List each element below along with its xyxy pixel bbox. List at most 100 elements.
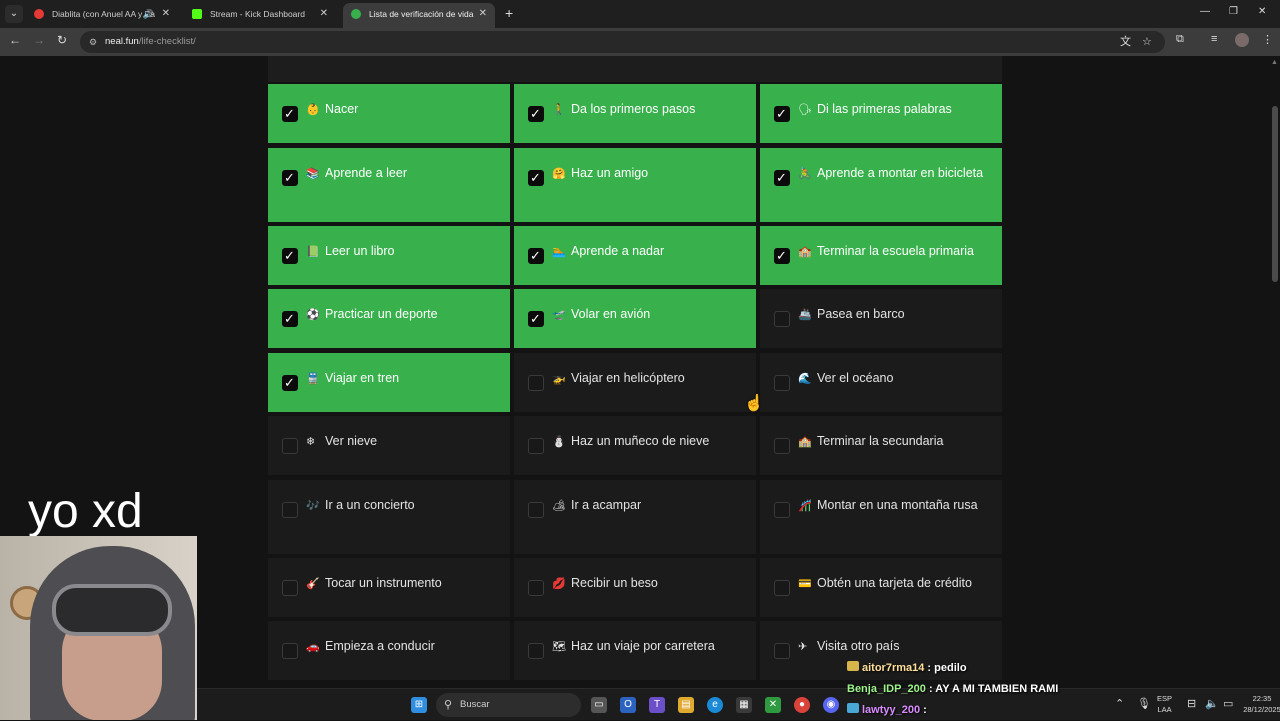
xbox-icon[interactable]: ✕: [765, 697, 781, 713]
volume-icon[interactable]: 🔈: [1205, 697, 1219, 710]
tab-kick-dashboard[interactable]: Stream - Kick Dashboard ✕: [184, 3, 336, 25]
checklist-item[interactable]: 🚢 Pasea en barco: [760, 289, 1002, 348]
checklist-item[interactable]: 💳 Obtén una tarjeta de crédito: [760, 558, 1002, 617]
microphone-icon[interactable]: 🎙: [1137, 697, 1151, 710]
checkbox[interactable]: ✓: [282, 375, 298, 391]
battery-icon[interactable]: ▭: [1223, 697, 1233, 710]
checkbox[interactable]: ✓: [282, 106, 298, 122]
checklist-item[interactable]: ✓ 📗 Leer un libro: [268, 226, 510, 285]
checklist-item[interactable]: ✓ 🚶 Da los primeros pasos: [514, 84, 756, 143]
checkbox[interactable]: [282, 580, 298, 596]
checkbox[interactable]: ✓: [528, 170, 544, 186]
store-icon[interactable]: ▦: [736, 697, 752, 713]
checkbox[interactable]: [774, 311, 790, 327]
bookmark-star-icon[interactable]: ☆: [1142, 31, 1152, 53]
close-tab-icon[interactable]: ✕: [479, 3, 487, 25]
checklist-item[interactable]: 🎢 Montar en una montaña rusa: [760, 480, 1002, 554]
checkbox[interactable]: ✓: [282, 311, 298, 327]
checklist-item[interactable]: 🚗 Empieza a conducir: [268, 621, 510, 680]
checklist-item[interactable]: ✓ 🏫 Terminar la escuela primaria: [760, 226, 1002, 285]
forward-icon[interactable]: →: [33, 33, 45, 47]
checkbox[interactable]: [528, 502, 544, 518]
checkbox[interactable]: [774, 438, 790, 454]
scrollbar[interactable]: ▲: [1270, 56, 1280, 688]
checklist-item[interactable]: 💋 Recibir un beso: [514, 558, 756, 617]
close-window-icon[interactable]: ✕: [1258, 6, 1266, 17]
item-emoji-icon: 🤗: [552, 168, 566, 180]
checkbox[interactable]: ✓: [282, 170, 298, 186]
site-info-icon[interactable]: ⚙: [89, 31, 97, 53]
checkbox[interactable]: ✓: [528, 106, 544, 122]
outlook-icon[interactable]: O: [620, 697, 636, 713]
task-view-icon[interactable]: ▭: [591, 697, 607, 713]
speaker-icon[interactable]: 🔊: [143, 3, 154, 25]
media-control-icon[interactable]: ≡: [1211, 33, 1217, 45]
checklist-item[interactable]: ✓ 🏊 Aprende a nadar: [514, 226, 756, 285]
reload-icon[interactable]: ↻: [57, 33, 67, 47]
checklist-item[interactable]: ✓ 🚴 Aprende a montar en bicicleta: [760, 148, 1002, 222]
checklist-item[interactable]: 🎸 Tocar un instrumento: [268, 558, 510, 617]
minimize-icon[interactable]: —: [1200, 6, 1210, 17]
checklist-item[interactable]: ✓ 🤗 Haz un amigo: [514, 148, 756, 222]
checklist-item[interactable]: 🎶 Ir a un concierto: [268, 480, 510, 554]
checkbox[interactable]: [528, 375, 544, 391]
checkbox[interactable]: ✓: [528, 311, 544, 327]
extensions-icon[interactable]: ⧉: [1176, 33, 1184, 46]
search-icon: ⚲: [444, 699, 453, 711]
profile-avatar[interactable]: [1235, 33, 1249, 47]
scroll-up-icon[interactable]: ▲: [1271, 59, 1278, 66]
checkbox[interactable]: [528, 438, 544, 454]
chat-message: lawtyy_200 :: [847, 700, 1067, 721]
scrollbar-thumb[interactable]: [1272, 106, 1278, 282]
tab-youtube[interactable]: Diablita (con Anuel AA y Ba 🔊 ✕: [26, 3, 178, 25]
checklist-item[interactable]: ✓ 🚆 Viajar en tren: [268, 353, 510, 412]
close-tab-icon[interactable]: ✕: [162, 3, 170, 25]
edge-icon[interactable]: e: [707, 697, 723, 713]
address-bar[interactable]: ⚙ neal.fun/life-checklist/ 文 ☆: [80, 31, 1165, 53]
checkbox[interactable]: [528, 580, 544, 596]
language-indicator[interactable]: ESP LAA: [1157, 693, 1172, 715]
checkbox[interactable]: ✓: [774, 248, 790, 264]
new-tab-button[interactable]: +: [505, 5, 513, 21]
checkbox[interactable]: [282, 502, 298, 518]
tab-search-button[interactable]: ⌄: [5, 5, 23, 23]
teams-icon[interactable]: T: [649, 697, 665, 713]
checkbox[interactable]: [774, 502, 790, 518]
tab-life-checklist[interactable]: Lista de verificación de vida ✕: [343, 3, 495, 28]
clock[interactable]: 22:35 28/12/2025: [1241, 693, 1280, 715]
network-icon[interactable]: ⊟: [1187, 697, 1196, 710]
tray-chevron-icon[interactable]: ⌃: [1115, 697, 1124, 710]
checkbox[interactable]: [528, 643, 544, 659]
checklist-item[interactable]: 🏕 Ir a acampar: [514, 480, 756, 554]
menu-kebab-icon[interactable]: ⋮: [1262, 33, 1273, 46]
checklist-item[interactable]: ⛄ Haz un muñeco de nieve: [514, 416, 756, 475]
checklist-item[interactable]: ❄ Ver nieve: [268, 416, 510, 475]
checkbox[interactable]: [774, 643, 790, 659]
back-icon[interactable]: ←: [9, 33, 21, 47]
checklist-item[interactable]: 🌊 Ver el océano: [760, 353, 1002, 412]
checkbox[interactable]: ✓: [774, 170, 790, 186]
checkbox[interactable]: [282, 438, 298, 454]
checkbox[interactable]: [774, 580, 790, 596]
checklist-item[interactable]: 🏫 Terminar la secundaria: [760, 416, 1002, 475]
checkbox[interactable]: ✓: [282, 248, 298, 264]
checklist-item[interactable]: ✓ ⚽ Practicar un deporte: [268, 289, 510, 348]
checklist-item[interactable]: 🗺 Haz un viaje por carretera: [514, 621, 756, 680]
checkbox[interactable]: [282, 643, 298, 659]
taskbar-search[interactable]: ⚲ Buscar: [436, 693, 581, 717]
discord-icon[interactable]: ◉: [823, 697, 839, 713]
checklist-item[interactable]: ✓ 📚 Aprende a leer: [268, 148, 510, 222]
checklist-item[interactable]: ✓ 🗣 Di las primeras palabras: [760, 84, 1002, 143]
checkbox[interactable]: [774, 375, 790, 391]
translate-icon[interactable]: 文: [1120, 31, 1131, 53]
restore-icon[interactable]: ❐: [1229, 6, 1238, 17]
windows-start-icon[interactable]: ⊞: [411, 697, 427, 713]
checklist-item[interactable]: ✓ 🛫 Volar en avión: [514, 289, 756, 348]
checklist-item[interactable]: ✓ 👶 Nacer: [268, 84, 510, 143]
close-tab-icon[interactable]: ✕: [320, 3, 328, 25]
checkbox[interactable]: ✓: [774, 106, 790, 122]
checklist-item[interactable]: 🚁 Viajar en helicóptero: [514, 353, 756, 412]
file-explorer-icon[interactable]: ▤: [678, 697, 694, 713]
checkbox[interactable]: ✓: [528, 248, 544, 264]
chrome-icon[interactable]: ●: [794, 697, 810, 713]
